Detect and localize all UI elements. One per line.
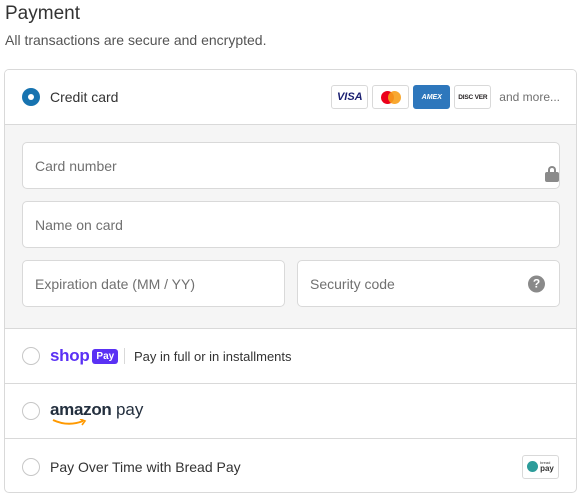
security-code-placeholder: Security code	[310, 275, 395, 292]
mastercard-logo	[372, 85, 410, 109]
payment-option-bread-pay[interactable]: Pay Over Time with Bread Pay bread pay	[5, 439, 576, 492]
bread-badge-word: pay	[540, 464, 554, 473]
security-code-field[interactable]: Security code ?	[297, 260, 560, 307]
shop-pay-radio[interactable]	[22, 347, 40, 365]
discover-logo: DISC VER	[454, 85, 492, 109]
bread-badge-text: bread pay	[540, 461, 554, 473]
help-icon[interactable]: ?	[528, 275, 545, 292]
credit-card-radio[interactable]	[22, 88, 40, 106]
visa-logo: VISA	[331, 85, 369, 109]
card-logos: VISA AMEX DISC VER and more...	[331, 85, 560, 109]
amazon-smile-icon	[52, 419, 87, 426]
expiration-placeholder: Expiration date (MM / YY)	[35, 275, 196, 292]
payment-option-amazon-pay[interactable]: amazon pay	[5, 384, 576, 439]
shop-pay-description: Pay in full or in installments	[134, 348, 292, 364]
shop-pay-divider	[124, 348, 125, 364]
amex-logo: AMEX	[413, 85, 451, 109]
expiration-date-field[interactable]: Expiration date (MM / YY)	[22, 260, 285, 307]
credit-card-label: Credit card	[50, 89, 119, 105]
amazon-pay-radio[interactable]	[22, 402, 40, 420]
bread-pay-label: Pay Over Time with Bread Pay	[50, 458, 241, 475]
payment-option-credit-card[interactable]: Credit card VISA AMEX DISC VER and more.…	[5, 70, 576, 125]
bread-pay-radio[interactable]	[22, 457, 40, 476]
name-on-card-placeholder: Name on card	[35, 216, 123, 233]
bread-pay-logo: bread pay	[522, 454, 559, 479]
shop-pay-badge: Pay	[92, 348, 119, 364]
shop-pay-logo: shop Pay	[50, 346, 119, 366]
payment-methods: Credit card VISA AMEX DISC VER and more.…	[4, 69, 577, 493]
name-on-card-field[interactable]: Name on card	[22, 201, 560, 248]
amazon-pay-logo: amazon pay	[50, 400, 144, 426]
amazon-pay-word: pay	[115, 400, 144, 419]
more-cards-label: and more...	[499, 90, 560, 104]
discover-text: DISC VER	[458, 93, 488, 101]
card-number-field[interactable]: Card number	[22, 142, 560, 189]
payment-option-shop-pay[interactable]: shop Pay Pay in full or in installments	[5, 329, 576, 384]
card-number-placeholder: Card number	[35, 157, 117, 174]
payment-subtitle: All transactions are secure and encrypte…	[5, 32, 267, 48]
amazon-brand-word: amazon	[50, 400, 112, 419]
bread-circle-icon	[527, 461, 539, 472]
payment-heading: Payment	[5, 3, 80, 24]
card-form-panel: Card number Name on card Expiration date…	[5, 125, 576, 329]
shop-pay-brand-word: shop	[50, 346, 90, 365]
